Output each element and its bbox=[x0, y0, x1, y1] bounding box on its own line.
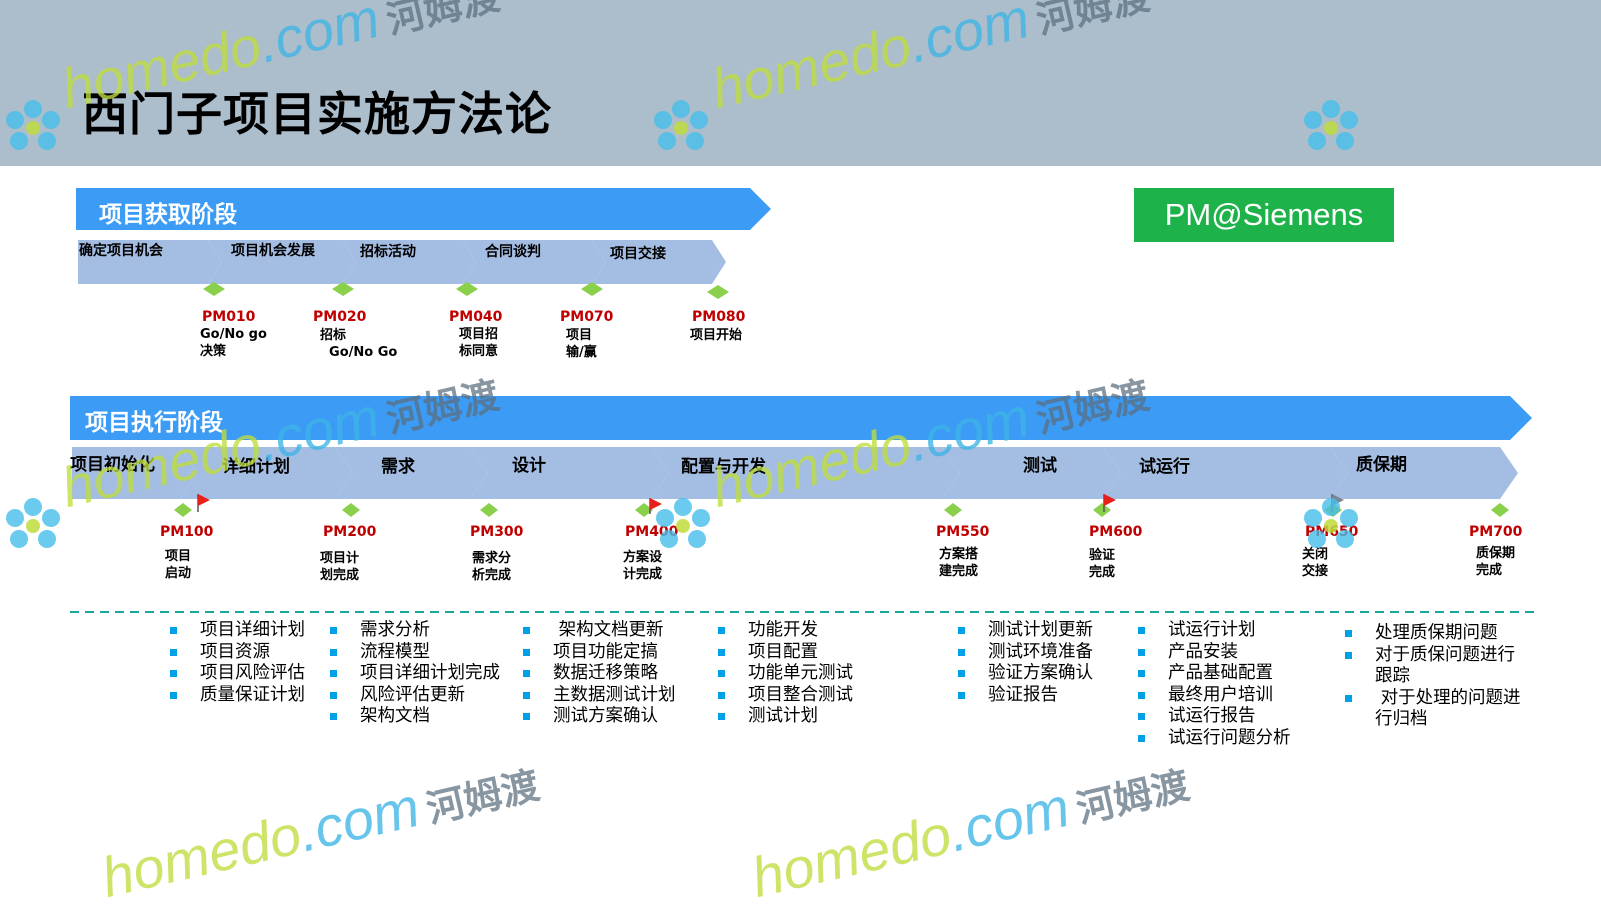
task-item: 验证方案确认 bbox=[958, 663, 1093, 685]
milestone-diamond bbox=[342, 503, 360, 517]
milestone-desc: Go/No go 决策 bbox=[200, 327, 267, 359]
task-list-trial-run: 试运行计划 产品安装 产品基础配置 最终用户培训 试运行报告 试运行问题分析 bbox=[1138, 620, 1291, 749]
task-item: 功能单元测试 bbox=[718, 663, 853, 685]
watermark-flower-icon bbox=[6, 100, 60, 150]
milestone-code: PM020 bbox=[313, 309, 367, 325]
exec-step-label: 项目初始化 bbox=[70, 455, 155, 475]
task-item: 验证报告 bbox=[958, 685, 1093, 707]
task-item: 主数据测试计划 bbox=[523, 685, 676, 707]
task-item: 最终用户培训 bbox=[1138, 685, 1291, 707]
watermark-flower-icon bbox=[6, 498, 60, 548]
exec-step-label: 质保期 bbox=[1356, 455, 1407, 475]
task-item: 项目资源 bbox=[170, 642, 305, 664]
acq-step-label: 合同谈判 bbox=[485, 244, 541, 260]
watermark-flower-icon bbox=[1304, 100, 1358, 150]
acq-step-label: 项目交接 bbox=[610, 246, 666, 262]
task-item: 试运行报告 bbox=[1138, 706, 1291, 728]
milestone-desc: 验证 完成 bbox=[1089, 548, 1116, 580]
task-item: 风险评估更新 bbox=[330, 685, 500, 707]
milestone-code: PM040 bbox=[449, 309, 503, 325]
milestone-code: PM300 bbox=[470, 524, 524, 540]
task-item: 流程模型 bbox=[330, 642, 500, 664]
milestone-desc: 需求分 析完成 bbox=[472, 551, 512, 583]
milestone-desc: 项目 输/赢 bbox=[566, 328, 597, 360]
task-item: 试运行问题分析 bbox=[1138, 728, 1291, 750]
execution-phase-arrow bbox=[70, 396, 1532, 440]
task-item: 项目功能定搞 bbox=[523, 642, 676, 664]
watermark-flower-icon bbox=[654, 100, 708, 150]
milestone-diamond bbox=[203, 282, 225, 296]
task-item: 测试环境准备 bbox=[958, 642, 1093, 664]
milestone-desc: 项目计 划完成 bbox=[320, 551, 360, 583]
task-item: 数据迁移策略 bbox=[523, 663, 676, 685]
acquisition-milestone-diamonds bbox=[203, 282, 729, 299]
task-item: 需求分析 bbox=[330, 620, 500, 642]
milestone-diamond bbox=[581, 282, 603, 296]
task-item: 项目详细计划完成 bbox=[330, 663, 500, 685]
milestone-diamond bbox=[174, 503, 192, 517]
milestone-code: PM600 bbox=[1089, 524, 1143, 540]
task-list-design: 架构文档更新 项目功能定搞 数据迁移策略 主数据测试计划 测试方案确认 bbox=[523, 620, 676, 728]
task-item: 项目整合测试 bbox=[718, 685, 853, 707]
milestone-desc: 招标 Go/No Go bbox=[320, 328, 398, 360]
milestone-desc: 项目 启动 bbox=[165, 549, 192, 581]
task-list-testing: 测试计划更新 测试环境准备 验证方案确认 验证报告 bbox=[958, 620, 1093, 706]
exec-step-label: 配置与开发 bbox=[681, 457, 766, 477]
milestone-diamond bbox=[332, 282, 354, 296]
acq-step-label: 招标活动 bbox=[360, 244, 416, 260]
milestone-code: PM550 bbox=[936, 524, 990, 540]
milestone-code: PM100 bbox=[160, 524, 214, 540]
milestone-diamond bbox=[1491, 503, 1509, 517]
task-item: 功能开发 bbox=[718, 620, 853, 642]
task-item: 试运行计划 bbox=[1138, 620, 1291, 642]
task-item: 质量保证计划 bbox=[170, 685, 305, 707]
task-item: 对于处理的问题进 行归档 bbox=[1345, 688, 1521, 731]
exec-step-label: 试运行 bbox=[1139, 457, 1190, 477]
watermark-flower-icon bbox=[656, 498, 710, 548]
milestone-code: PM080 bbox=[692, 309, 746, 325]
milestone-diamond bbox=[480, 503, 498, 517]
task-list-requirements: 需求分析 流程模型 项目详细计划完成 风险评估更新 架构文档 bbox=[330, 620, 500, 728]
task-item: 产品基础配置 bbox=[1138, 663, 1291, 685]
task-item: 测试方案确认 bbox=[523, 706, 676, 728]
milestone-diamond bbox=[707, 285, 729, 299]
milestone-desc: 质保期 完成 bbox=[1476, 546, 1516, 578]
exec-step-label: 详细计划 bbox=[222, 457, 290, 477]
task-list-development: 功能开发 项目配置 功能单元测试 项目整合测试 测试计划 bbox=[718, 620, 853, 728]
milestone-code: PM070 bbox=[560, 309, 614, 325]
exec-step-label: 设计 bbox=[512, 456, 546, 476]
task-item: 架构文档 bbox=[330, 706, 500, 728]
task-list-warranty: 处理质保期问题 对于质保问题进行 跟踪 对于处理的问题进 行归档 bbox=[1345, 623, 1521, 731]
acq-step-label: 确定项目机会 bbox=[79, 243, 163, 259]
exec-step-label: 测试 bbox=[1023, 456, 1057, 476]
milestone-desc: 方案搭 建完成 bbox=[939, 547, 979, 579]
milestone-code: PM700 bbox=[1469, 524, 1523, 540]
task-item: 架构文档更新 bbox=[523, 620, 676, 642]
task-item: 产品安装 bbox=[1138, 642, 1291, 664]
milestone-diamond bbox=[944, 503, 962, 517]
milestone-diamond bbox=[1093, 503, 1111, 517]
acq-step-label: 项目机会发展 bbox=[231, 243, 315, 259]
task-item: 对于质保问题进行 跟踪 bbox=[1345, 645, 1521, 688]
task-item: 项目风险评估 bbox=[170, 663, 305, 685]
task-list-initiation: 项目详细计划 项目资源 项目风险评估 质量保证计划 bbox=[170, 620, 305, 706]
milestone-desc: 项目开始 bbox=[690, 328, 743, 343]
milestone-code: PM200 bbox=[323, 524, 377, 540]
watermark-flower-icon bbox=[1304, 498, 1358, 548]
milestone-desc: 项目招 标同意 bbox=[459, 327, 499, 359]
task-item: 处理质保期问题 bbox=[1345, 623, 1521, 645]
exec-step-chevron bbox=[470, 447, 669, 499]
task-item: 项目配置 bbox=[718, 642, 853, 664]
acquisition-phase-title: 项目获取阶段 bbox=[99, 202, 237, 228]
milestone-code: PM010 bbox=[202, 309, 256, 325]
execution-phase-title: 项目执行阶段 bbox=[85, 410, 223, 436]
task-item: 项目详细计划 bbox=[170, 620, 305, 642]
task-item: 测试计划 bbox=[718, 706, 853, 728]
milestone-diamond bbox=[456, 282, 478, 296]
exec-step-label: 需求 bbox=[381, 457, 415, 477]
task-item: 测试计划更新 bbox=[958, 620, 1093, 642]
